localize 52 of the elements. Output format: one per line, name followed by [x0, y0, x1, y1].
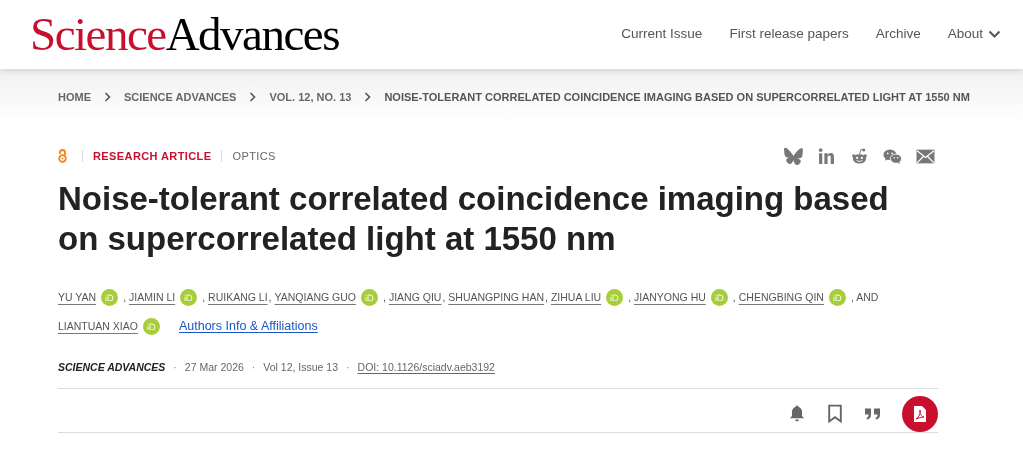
article-title: Noise-tolerant correlated coincidence imaging based on supercorrelated light at 1550 nm — [58, 179, 890, 259]
journal-logo[interactable]: ScienceAdvances — [30, 11, 339, 58]
nav-link[interactable]: Current Issue — [621, 24, 703, 45]
separator-text: , — [442, 290, 446, 305]
bookmark-icon[interactable] — [826, 404, 844, 424]
reddit-alien-icon[interactable] — [850, 147, 869, 165]
chevron-icon — [249, 92, 257, 102]
separator-text: , — [545, 290, 548, 305]
dot-separator: · — [346, 360, 350, 375]
nav-menu[interactable]: About — [947, 24, 1001, 45]
author-link[interactable]: CHENGBING QIN — [738, 283, 824, 312]
author-link[interactable]: YANQIANG GUO — [274, 283, 356, 312]
affiliations-link[interactable]: Authors Info & Affiliations — [178, 312, 318, 341]
chevron-icon — [104, 92, 111, 102]
nav-link[interactable]: Archive — [875, 24, 921, 45]
author-link[interactable]: JIANYONG HU — [634, 283, 706, 312]
envelope-icon[interactable] — [916, 147, 935, 165]
separator-text: , — [202, 290, 206, 305]
separator-text: , — [123, 290, 127, 305]
bluesky-butterfly-icon[interactable] — [784, 147, 803, 165]
chevron-icon — [364, 92, 372, 102]
publication-date: 27 Mar 2026 — [184, 360, 244, 375]
pdf-button[interactable] — [902, 395, 938, 432]
separator-text: , — [628, 290, 632, 305]
doi-link[interactable]: DOI: 10.1126/sciadv.aeb3192 — [357, 360, 495, 376]
subject-tag[interactable]: OPTICS — [232, 147, 276, 165]
bell-icon[interactable] — [788, 404, 806, 424]
journal-name: SCIENCE ADVANCES — [58, 360, 166, 375]
author-link[interactable]: RUIKANG LI — [208, 283, 268, 312]
nav-link[interactable]: First release papers — [729, 24, 849, 45]
author-link[interactable]: JIANG QIU — [388, 283, 442, 312]
author-link[interactable]: SHUANGPING HAN — [448, 283, 545, 312]
breadcrumb: NOISE-TOLERANT CORRELATED COINCIDENCE IMAGING BASED ON SUPERCORRELATED LIGHT AT 1550 NM — [384, 89, 970, 105]
breadcrumb[interactable]: SCIENCE ADVANCES — [124, 88, 237, 106]
dot-separator: · — [173, 360, 177, 375]
separator-text: , AND — [850, 290, 879, 305]
breadcrumb[interactable]: HOME — [58, 88, 91, 106]
article-type[interactable]: RESEARCH ARTICLE — [93, 147, 212, 165]
author-link[interactable]: YU YAN — [58, 283, 97, 312]
author-link[interactable]: LIANTUAN XIAO — [58, 312, 138, 341]
wechat-icon[interactable] — [883, 147, 902, 165]
separator-text: , — [268, 290, 272, 305]
separator-text: , — [732, 290, 736, 305]
pdf-file-icon — [913, 404, 927, 423]
linkedin-icon[interactable] — [817, 147, 836, 165]
breadcrumb[interactable]: VOL. 12, NO. 13 — [269, 88, 352, 106]
dot-separator: · — [251, 360, 256, 375]
author-link[interactable]: JIAMIN LI — [129, 283, 176, 312]
separator-text: , — [383, 290, 386, 305]
volume-issue: Vol 12, Issue 13 — [263, 360, 339, 375]
author-link[interactable]: ZIHUA LIU — [550, 283, 602, 312]
caret-icon — [988, 30, 1001, 39]
